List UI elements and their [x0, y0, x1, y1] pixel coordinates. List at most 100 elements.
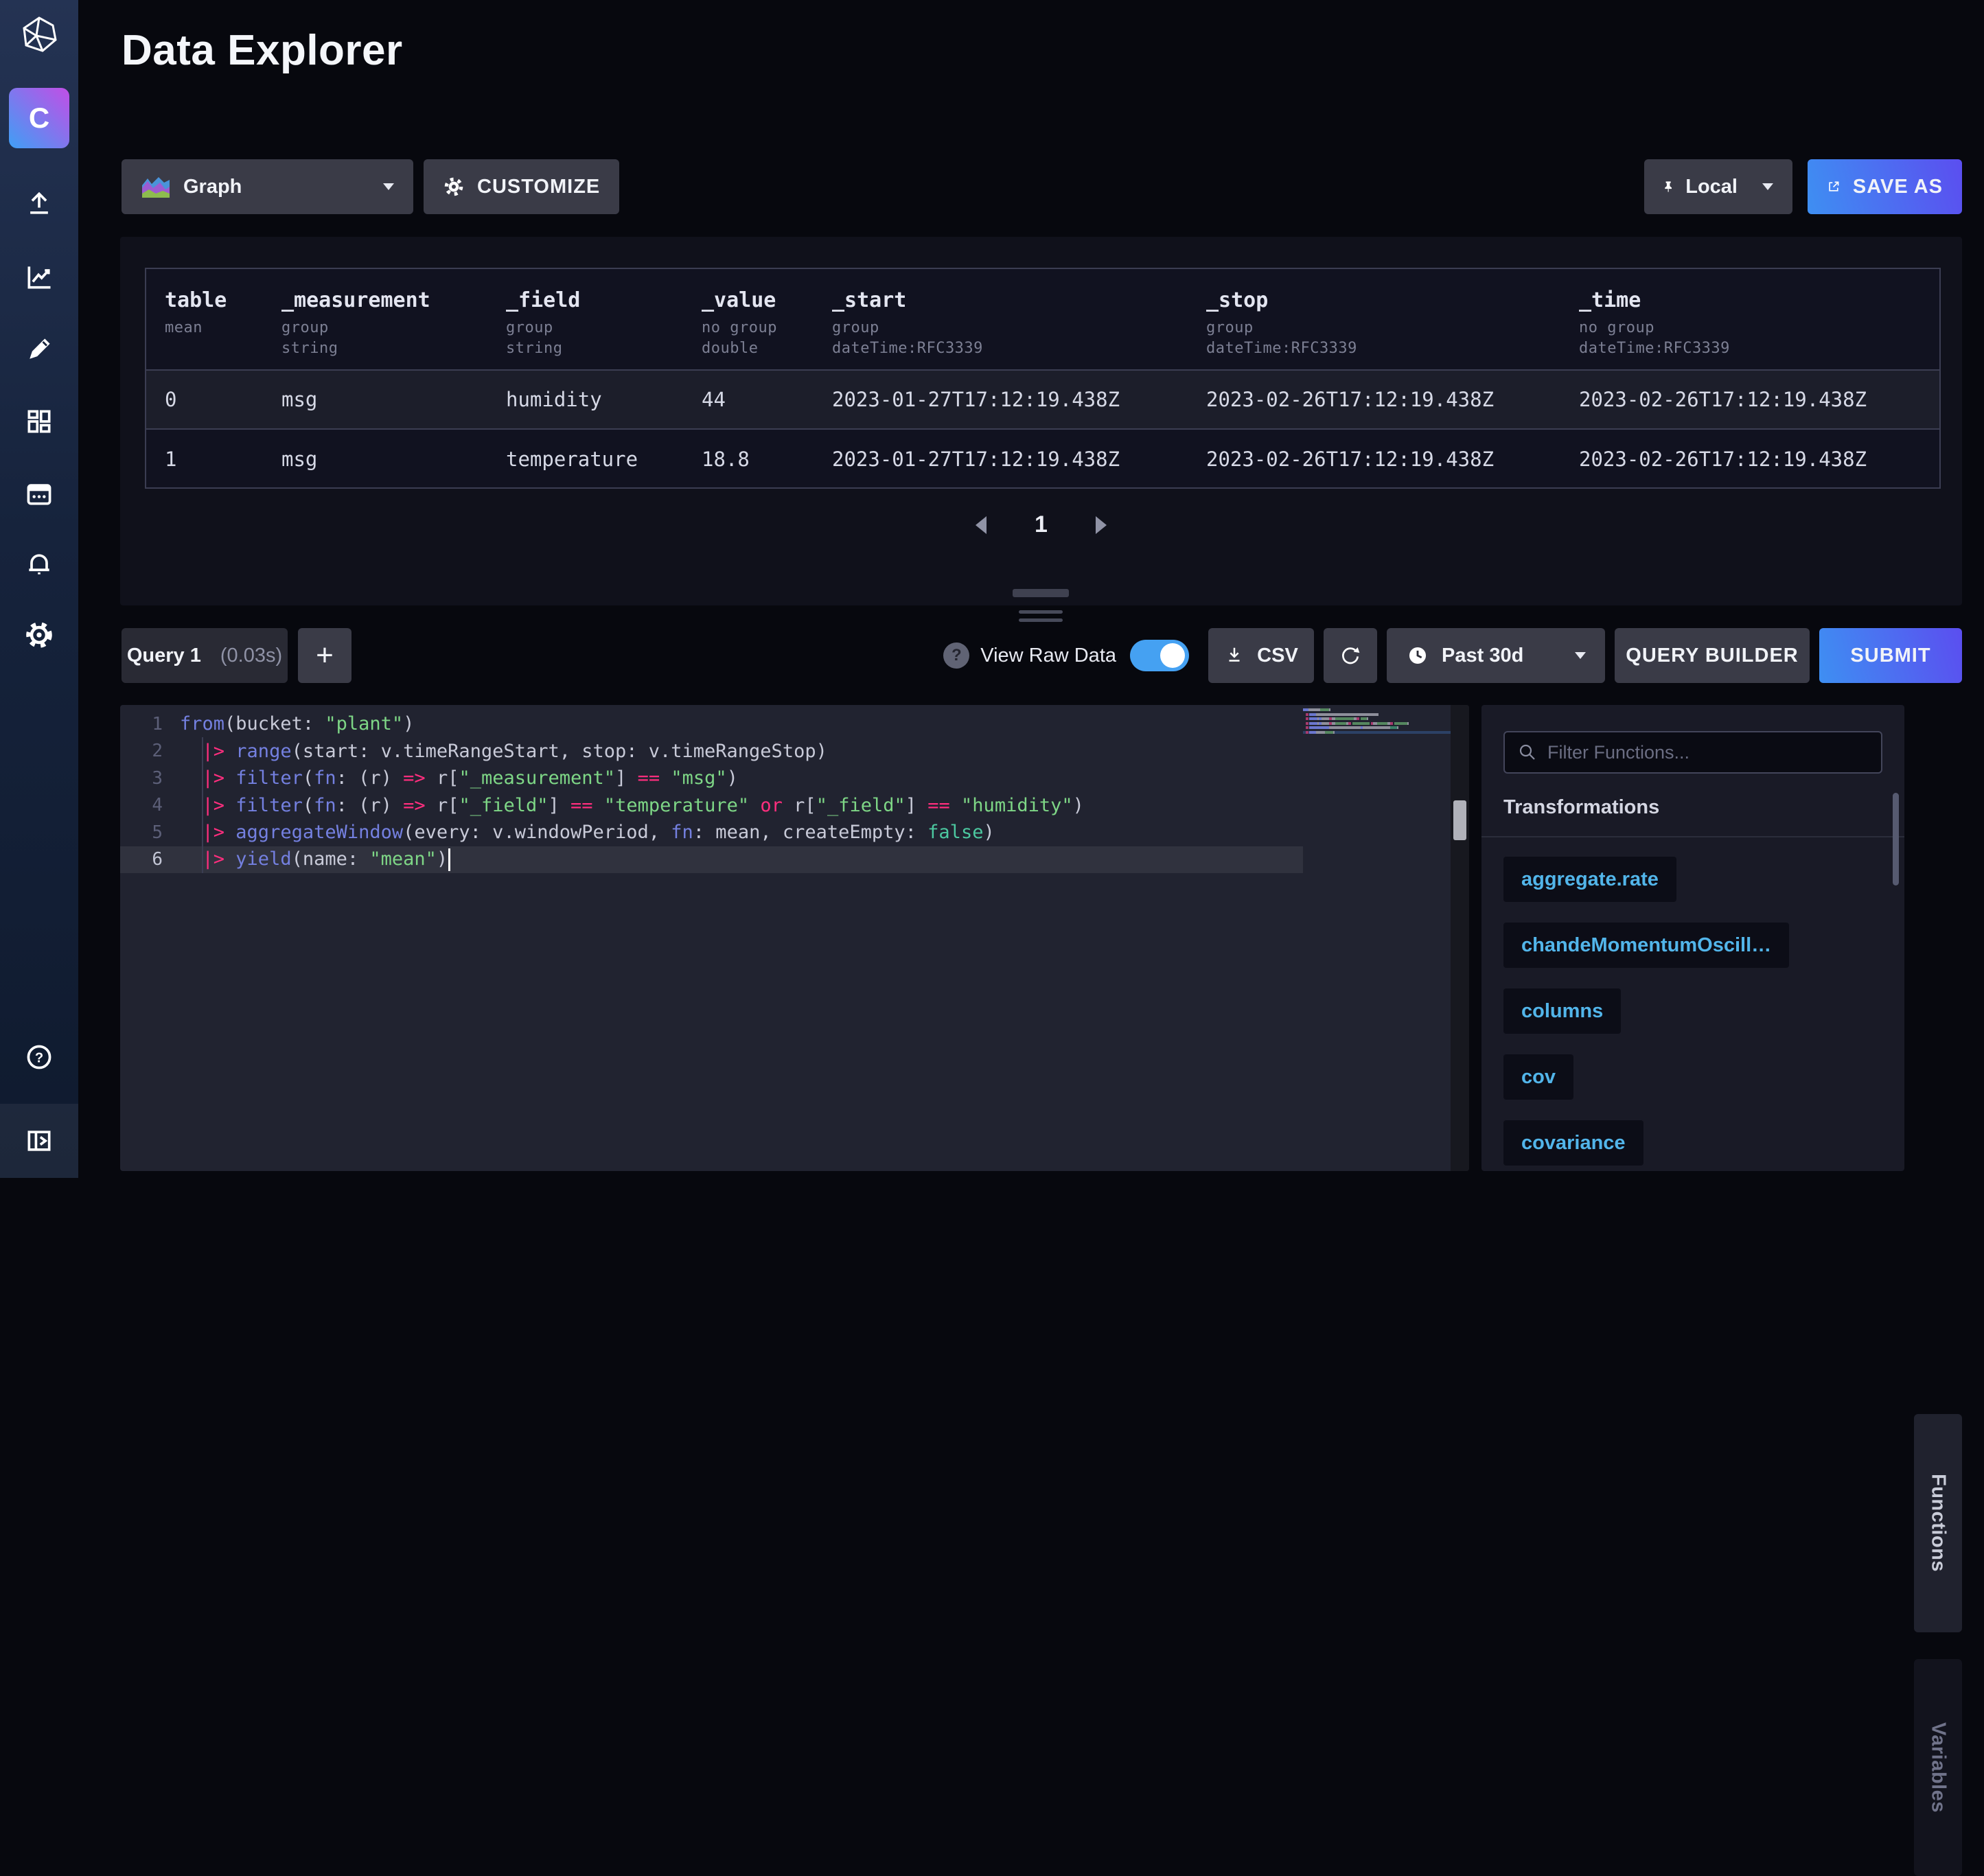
sidebar-item-notebooks[interactable]	[24, 334, 54, 364]
local-dropdown[interactable]: Local	[1644, 159, 1792, 214]
filter-functions-search[interactable]	[1503, 731, 1882, 774]
refresh-button[interactable]	[1324, 628, 1377, 683]
functions-panel: Transformations aggregate.ratechandeMome…	[1481, 705, 1904, 1171]
line-number: 2	[120, 741, 163, 761]
download-icon	[1224, 645, 1245, 666]
code-line[interactable]: 6 |> yield(name: "mean")	[120, 846, 1303, 874]
line-chart-icon	[24, 262, 54, 292]
code-line[interactable]: 5 |> aggregateWindow(every: v.windowPeri…	[120, 819, 1303, 846]
tab-variables[interactable]: Variables	[1914, 1659, 1962, 1876]
search-input[interactable]	[1547, 742, 1869, 763]
page-title: Data Explorer	[122, 26, 403, 75]
table-cell: 1	[146, 430, 263, 489]
table-column-header: _fieldgroupstring	[487, 269, 683, 369]
query-tab[interactable]: Query 1(0.03s)	[122, 628, 288, 683]
table-column-header: _measurementgroupstring	[263, 269, 487, 369]
current-page: 1	[1035, 511, 1048, 538]
next-page-button[interactable]	[1096, 516, 1107, 534]
functions-scrollbar-thumb[interactable]	[1893, 793, 1899, 885]
editor-minimap[interactable]	[1303, 708, 1451, 736]
add-query-button[interactable]: +	[298, 628, 351, 683]
function-chip[interactable]: cov	[1503, 1054, 1573, 1100]
refresh-icon	[1339, 645, 1361, 667]
sidebar-item-tasks[interactable]	[24, 478, 54, 509]
minimap-line	[1303, 713, 1451, 716]
table-cell: 2023-02-26T17:12:19.438Z	[1188, 371, 1560, 428]
table-cell: 2023-02-26T17:12:19.438Z	[1560, 430, 1939, 489]
tab-functions[interactable]: Functions	[1914, 1414, 1962, 1632]
horizontal-scrollbar[interactable]	[1013, 589, 1069, 597]
sidebar-item-dashboards[interactable]	[24, 406, 54, 437]
sidebar-item-data-explorer[interactable]	[24, 262, 54, 292]
save-as-button[interactable]: SAVE AS	[1808, 159, 1962, 214]
panel-resize-handle[interactable]	[1019, 610, 1063, 627]
sidebar-item-settings[interactable]	[24, 620, 54, 650]
code-line[interactable]: 2 |> range(start: v.timeRangeStart, stop…	[120, 738, 1303, 765]
table-column-header: _startgroupdateTime:RFC3339	[814, 269, 1188, 369]
code-line[interactable]: 4 |> filter(fn: (r) => r["_field"] == "t…	[120, 792, 1303, 820]
chevron-down-icon	[1575, 652, 1586, 659]
line-number: 1	[120, 714, 163, 734]
indent-guide	[202, 737, 203, 873]
influxdb-logo-icon[interactable]	[20, 15, 58, 54]
org-avatar[interactable]: C	[9, 88, 69, 148]
function-chip[interactable]: aggregate.rate	[1503, 857, 1676, 902]
line-number: 6	[120, 849, 163, 870]
pagination: 1	[120, 511, 1962, 538]
expand-panel-icon	[24, 1126, 54, 1156]
pin-icon	[1663, 176, 1673, 197]
table-cell: msg	[263, 430, 487, 489]
sidebar-item-load-data[interactable]	[24, 189, 54, 219]
clock-icon	[1406, 644, 1429, 667]
table-cell: 2023-02-26T17:12:19.438Z	[1560, 371, 1939, 428]
table-cell: 2023-02-26T17:12:19.438Z	[1188, 430, 1560, 489]
csv-download-button[interactable]: CSV	[1208, 628, 1314, 683]
sidebar-item-alerts[interactable]	[24, 549, 54, 579]
query-duration: (0.03s)	[220, 645, 282, 667]
code-line[interactable]: 1from(bucket: "plant")	[120, 710, 1303, 738]
previous-page-button[interactable]	[976, 516, 987, 534]
line-number: 5	[120, 822, 163, 843]
text-cursor	[448, 848, 450, 871]
table-column-header: _valueno groupdouble	[683, 269, 814, 369]
minimap-line	[1303, 717, 1451, 720]
sidebar-item-help[interactable]: ?	[24, 1042, 54, 1072]
sidebar: C	[0, 0, 78, 1178]
table-cell: 2023-01-27T17:12:19.438Z	[814, 430, 1188, 489]
gear-icon	[24, 620, 54, 650]
raw-data-help-icon[interactable]: ?	[943, 642, 969, 669]
view-type-dropdown[interactable]: Graph	[122, 159, 413, 214]
pencil-icon	[24, 334, 54, 364]
code-line[interactable]: 3 |> filter(fn: (r) => r["_measurement"]…	[120, 765, 1303, 792]
minimap-line	[1303, 731, 1451, 734]
visualization-panel: tablemean_measurementgroupstring_fieldgr…	[120, 237, 1962, 605]
visualization-controls: Graph CUSTOMIZE Local	[122, 159, 1962, 214]
customize-button[interactable]: CUSTOMIZE	[424, 159, 619, 214]
view-raw-data-toggle[interactable]	[1130, 640, 1189, 671]
line-number: 3	[120, 768, 163, 789]
function-chip[interactable]: covariance	[1503, 1120, 1643, 1166]
time-range-dropdown[interactable]: Past 30d	[1387, 628, 1605, 683]
function-chip[interactable]: chandeMomentumOscill…	[1503, 923, 1789, 968]
submit-button[interactable]: SUBMIT	[1819, 628, 1962, 683]
chevron-down-icon	[1762, 183, 1773, 190]
expand-nav-button[interactable]	[24, 1126, 54, 1156]
table-cell: msg	[263, 371, 487, 428]
query-toolbar: Query 1(0.03s) + ? View Raw Data CSV Pas…	[122, 628, 1962, 683]
line-number: 4	[120, 795, 163, 815]
table-cell: 44	[683, 371, 814, 428]
query-builder-button[interactable]: QUERY BUILDER	[1615, 628, 1810, 683]
area-chart-icon	[141, 174, 171, 199]
view-type-label: Graph	[183, 176, 242, 198]
export-icon	[1827, 176, 1841, 197]
dashboards-icon	[24, 406, 54, 437]
editor-scrollbar-thumb[interactable]	[1453, 800, 1466, 840]
table-row: 1msgtemperature18.82023-01-27T17:12:19.4…	[146, 430, 1939, 489]
table-header: tablemean_measurementgroupstring_fieldgr…	[146, 269, 1939, 371]
flux-code-editor[interactable]: 1from(bucket: "plant")2 |> range(start: …	[120, 705, 1469, 1171]
editor-scrollbar-track	[1451, 705, 1469, 1171]
table-cell: 18.8	[683, 430, 814, 489]
function-chip[interactable]: columns	[1503, 988, 1621, 1034]
minimap-line	[1303, 726, 1451, 729]
table-column-header: _stopgroupdateTime:RFC3339	[1188, 269, 1560, 369]
